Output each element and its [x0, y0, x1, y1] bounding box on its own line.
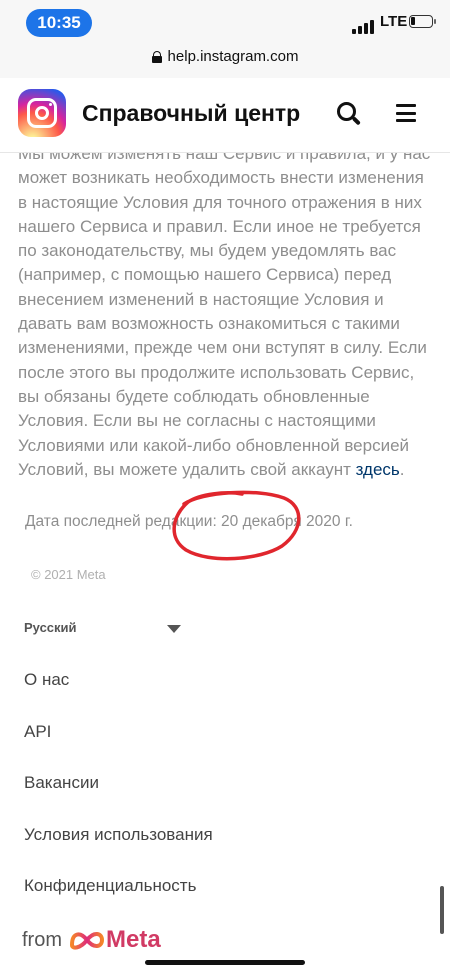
- footer-link-api[interactable]: API: [24, 722, 213, 774]
- footer-links: О нас API Вакансии Условия использования…: [24, 670, 213, 928]
- lock-icon: [151, 50, 162, 63]
- footer-link-careers[interactable]: Вакансии: [24, 773, 213, 825]
- from-label: from: [22, 928, 62, 951]
- status-bar: 10:35 LTE: [0, 0, 450, 44]
- terms-content: Мы можем изменять наш Сервис и правила, …: [18, 142, 434, 482]
- network-label: LTE: [380, 13, 408, 30]
- instagram-logo-icon[interactable]: [18, 89, 66, 137]
- terms-paragraph: Мы можем изменять наш Сервис и правила, …: [18, 142, 434, 482]
- status-time: 10:35: [26, 9, 92, 37]
- footer-link-terms[interactable]: Условия использования: [24, 825, 213, 877]
- chevron-down-icon: [167, 625, 181, 633]
- search-icon[interactable]: [337, 102, 361, 126]
- last-edited-date: Дата последней редакции: 20 декабря 2020…: [25, 513, 353, 530]
- battery-icon: [409, 15, 436, 28]
- url-text: help.instagram.com: [167, 48, 299, 65]
- language-selector[interactable]: Русский: [24, 619, 184, 639]
- meta-brand: from Meta: [22, 926, 161, 954]
- meta-wordmark: Meta: [106, 926, 161, 953]
- delete-account-link[interactable]: здесь: [356, 460, 400, 479]
- meta-logo-icon: [69, 932, 105, 950]
- home-indicator[interactable]: [145, 960, 305, 965]
- footer-link-privacy[interactable]: Конфиденциальность: [24, 876, 213, 928]
- cellular-signal-icon: [352, 20, 378, 34]
- page-title: Справочный центр: [82, 100, 301, 126]
- footer-link-about[interactable]: О нас: [24, 670, 213, 722]
- browser-url-bar[interactable]: help.instagram.com: [0, 44, 450, 78]
- language-label: Русский: [24, 620, 77, 635]
- hamburger-menu-icon[interactable]: [396, 104, 416, 122]
- scroll-indicator[interactable]: [440, 886, 444, 934]
- terms-paragraph-text: Мы можем изменять наш Сервис и правила, …: [18, 144, 431, 479]
- app-header: Справочный центр: [0, 78, 450, 153]
- terms-period: .: [399, 459, 405, 479]
- copyright: © 2021 Meta: [31, 567, 106, 582]
